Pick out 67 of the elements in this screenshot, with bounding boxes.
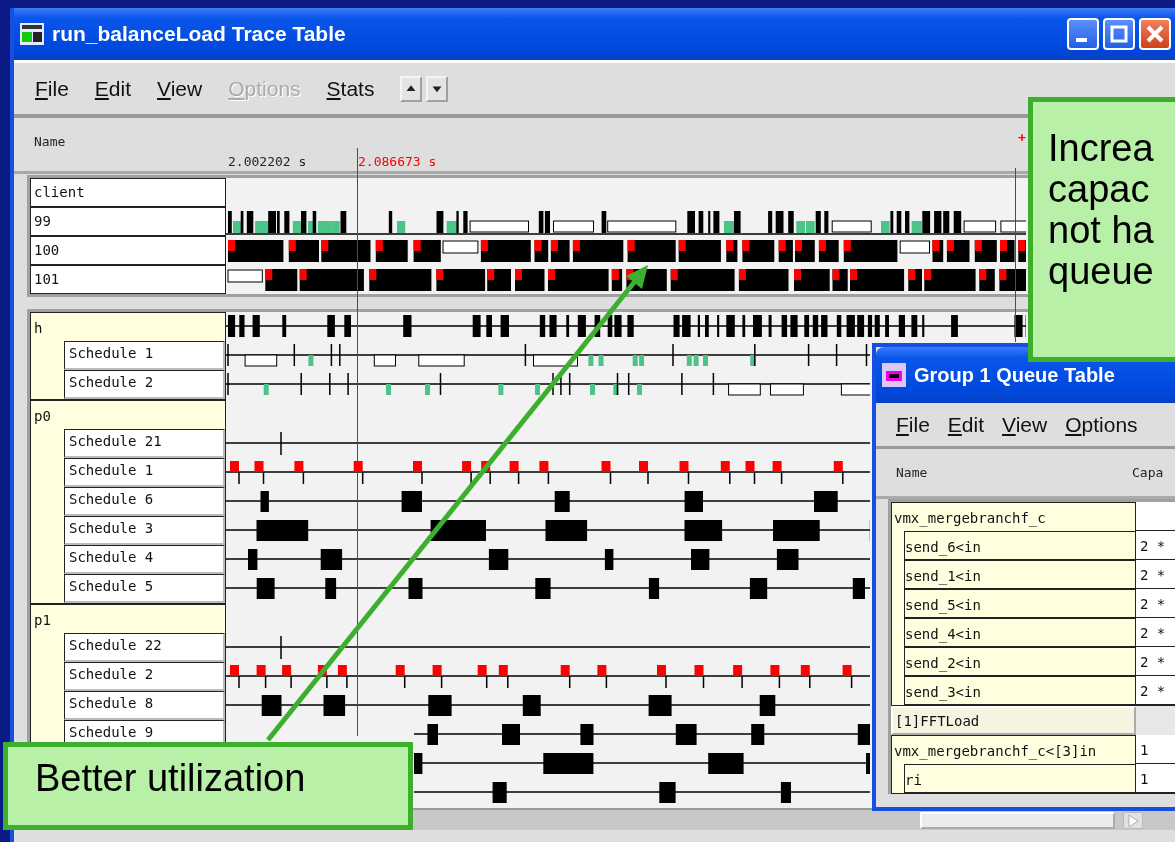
tree-cell[interactable]: vmx_mergebranchf_c send_6<in send_1<in send_5<in send_4<in send_2<in send_3<in [891,502,1136,706]
capacity-cell: 1 [1136,735,1175,764]
scroll-thumb[interactable] [920,812,1115,829]
start-time: 2.002202 s [228,153,307,171]
row-name[interactable]: send_4<in [904,618,1135,647]
scroll-up-button[interactable] [400,75,423,102]
app-icon [882,363,906,387]
row-name[interactable]: [1]FFTLoad [891,706,1136,735]
row-name[interactable]: send_5<in [904,589,1135,618]
group-label: p0 [33,407,52,426]
capacity-cell: 2 * [1136,618,1175,647]
tree-cell[interactable]: vmx_mergebranchf_c<[3]in ri [891,735,1136,794]
menu-item[interactable]: View [1002,408,1048,441]
row-label[interactable]: Schedule 22 [64,633,225,662]
capacity-cell: 2 * [1136,589,1175,618]
column-header: Name [896,463,929,482]
minimize-button[interactable] [1067,18,1099,50]
group-label: h [33,319,44,338]
menu-item[interactable]: File [896,408,930,441]
maximize-icon [1110,25,1128,43]
maximize-button[interactable] [1103,18,1135,50]
row-name: vmx_mergebranchf_c [893,509,1047,529]
row-label[interactable]: Schedule 2 [64,662,225,691]
row-label[interactable]: Schedule 6 [64,487,225,516]
capacity-cell: 2 * [1136,647,1175,676]
capacity-cell: 1 [1136,764,1175,793]
column-header: Name [34,133,66,151]
row-label[interactable]: Schedule 21 [64,429,225,458]
capacity-cell: 2 * [1136,531,1175,560]
window-title: Group 1 Queue Table [914,363,1115,388]
window-title: run_balanceLoad Trace Table [52,21,346,48]
row-name: vmx_mergebranchf_c<[3]in [893,742,1098,762]
row-name[interactable]: send_1<in [904,560,1135,589]
row-label[interactable]: Schedule 8 [64,691,225,720]
row-name[interactable]: ri [904,764,1135,793]
group-label: p1 [33,611,52,630]
menu-item[interactable]: Options [1065,408,1138,441]
cursor-time: 2.086673 s [358,153,437,171]
close-button[interactable] [1139,18,1171,50]
row-label[interactable]: 99 [30,207,226,236]
row-name[interactable]: send_2<in [904,647,1135,676]
row-label[interactable]: client [30,178,226,207]
callout-text: Increa capac not ha queue [1048,128,1155,293]
row-label[interactable]: Schedule 1 [64,458,225,487]
capacity-cell: 2 * [1136,560,1175,589]
menu-item[interactable]: View [157,72,203,105]
row-name[interactable]: send_6<in [904,531,1135,560]
capacity-cell: 2 * [1136,676,1175,705]
menu-item[interactable]: Edit [94,72,132,105]
row-label[interactable]: 101 [30,265,226,294]
close-icon [1146,25,1164,43]
menu-item[interactable]: File [35,72,69,105]
column-header: Capa [1132,463,1164,482]
menu-item[interactable]: Stats [326,72,375,105]
row-name[interactable]: send_3<in [904,676,1135,705]
scroll-down-button[interactable] [426,75,449,102]
marker-label: + [1018,129,1026,147]
app-icon [20,23,44,45]
row-label[interactable]: Schedule 5 [64,574,225,603]
triangle-right-icon [1126,813,1140,828]
menu-item[interactable]: Edit [947,408,985,441]
row-label[interactable]: Schedule 2 [64,370,225,399]
row-label[interactable]: Schedule 1 [64,341,225,370]
row-label[interactable]: Schedule 4 [64,545,225,574]
row-label[interactable]: 100 [30,236,226,265]
minimize-icon [1075,37,1087,42]
row-label[interactable]: Schedule 3 [64,516,225,545]
